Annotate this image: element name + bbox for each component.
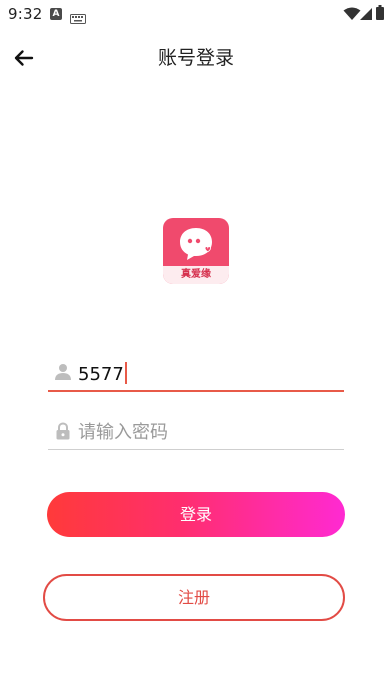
person-icon (55, 363, 71, 381)
text-caret (124, 362, 127, 384)
register-button[interactable]: 注册 (43, 574, 345, 621)
password-field[interactable]: 请输入密码 (48, 417, 344, 450)
app-logo: 真爱缘 (163, 218, 229, 284)
keyboard-icon (70, 9, 86, 24)
status-bar: 9:32 A (0, 0, 392, 28)
signal-icon (359, 6, 373, 20)
lock-icon (55, 422, 71, 440)
notification-a-icon: A (50, 8, 62, 20)
battery-icon (376, 5, 384, 20)
username-value: 5577 (78, 364, 124, 385)
chat-bubble-heart-icon (178, 226, 214, 262)
logo-text: 真爱缘 (181, 269, 211, 280)
password-placeholder: 请输入密码 (78, 422, 168, 443)
status-time: 9:32 (8, 5, 43, 23)
login-button[interactable]: 登录 (47, 492, 345, 537)
username-field[interactable]: 5577 (48, 358, 344, 392)
page-title: 账号登录 (157, 47, 234, 69)
